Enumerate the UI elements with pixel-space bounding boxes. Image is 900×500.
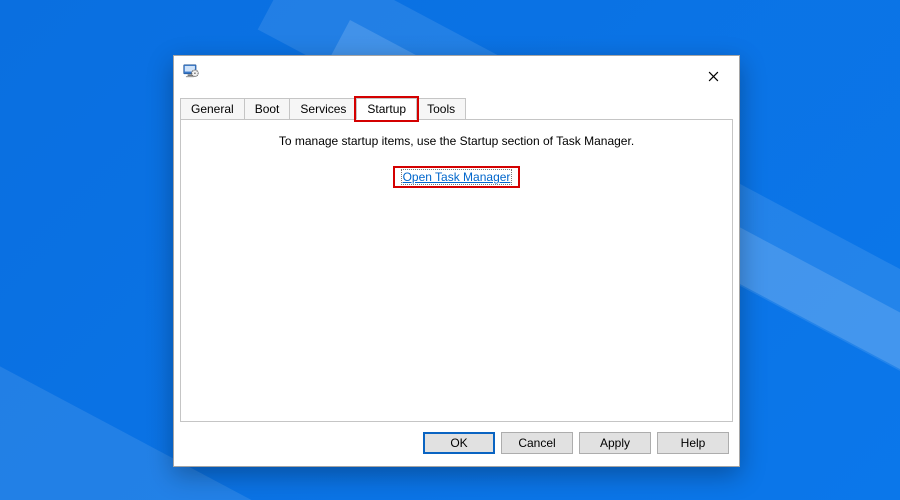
- tab-strip: General Boot Services Startup Tools: [174, 98, 739, 120]
- cancel-button[interactable]: Cancel: [501, 432, 573, 454]
- titlebar: [174, 56, 739, 98]
- open-task-manager-highlight: Open Task Manager: [393, 166, 521, 188]
- startup-panel: To manage startup items, use the Startup…: [180, 120, 733, 422]
- desktop-background: General Boot Services Startup Tools To m…: [0, 0, 900, 500]
- msconfig-window: General Boot Services Startup Tools To m…: [173, 55, 740, 467]
- tab-general[interactable]: General: [180, 98, 245, 120]
- close-button[interactable]: [693, 62, 733, 90]
- open-task-manager-link[interactable]: Open Task Manager: [401, 169, 513, 185]
- tab-boot[interactable]: Boot: [244, 98, 291, 120]
- app-icon: [182, 62, 200, 80]
- dialog-button-row: OK Cancel Apply Help: [174, 422, 739, 466]
- tab-tools[interactable]: Tools: [416, 98, 466, 120]
- ok-button[interactable]: OK: [423, 432, 495, 454]
- tab-startup[interactable]: Startup: [356, 98, 417, 120]
- tab-services[interactable]: Services: [289, 98, 357, 120]
- startup-instruction: To manage startup items, use the Startup…: [181, 134, 732, 148]
- help-button[interactable]: Help: [657, 432, 729, 454]
- apply-button[interactable]: Apply: [579, 432, 651, 454]
